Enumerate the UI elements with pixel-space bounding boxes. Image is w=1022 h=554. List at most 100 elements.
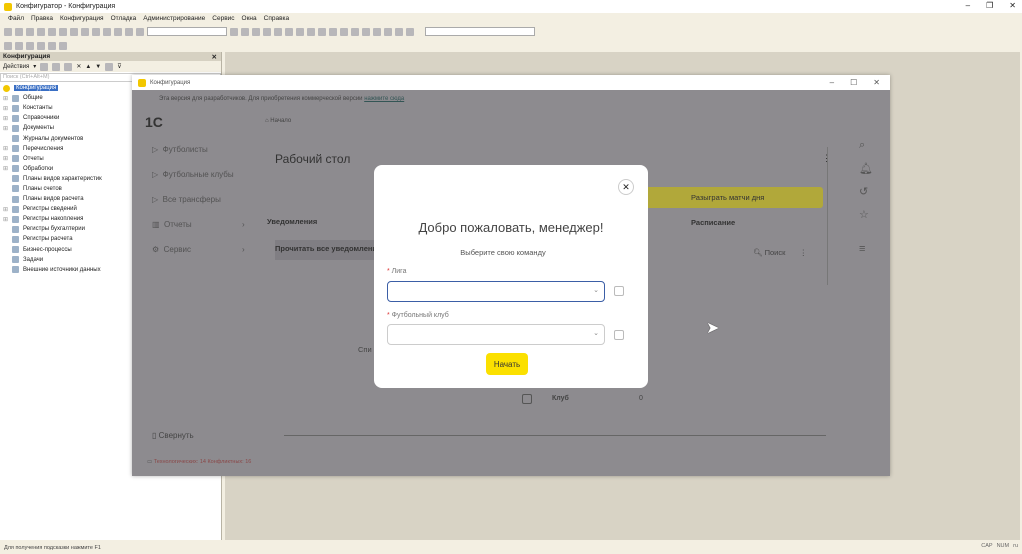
menu-item[interactable]: Файл [8,15,24,22]
play-matches-button[interactable]: Разыграть матчи дня [640,187,823,208]
row-checkbox[interactable] [522,394,532,404]
toolbar-icon[interactable] [241,27,249,36]
panel-close-icon[interactable]: ✕ [212,53,217,61]
close-button[interactable]: ✕ [1009,1,1016,10]
league-open-icon[interactable] [614,286,624,296]
nav-item[interactable]: ▥ Отчеты › [152,220,245,229]
toolbar-icon[interactable] [329,27,337,36]
toolbar-icon[interactable] [26,27,34,36]
toolbar-icon[interactable] [92,27,100,36]
window-close-button[interactable]: ✕ [873,78,880,87]
menu-item[interactable]: Сервис [212,15,234,22]
buy-link[interactable]: нажмите сюда [364,96,404,102]
expand-icon[interactable]: ⊞ [3,165,10,172]
toolbar-icon[interactable] [37,41,45,50]
close-dialog-icon[interactable]: ✕ [618,179,634,195]
tree-item-icon [12,124,19,132]
menu-item[interactable]: Администрирование [143,15,205,22]
toolbar-icon[interactable] [384,27,392,36]
tree-item-icon [12,195,19,203]
filter-icon[interactable]: ⊽ [117,63,121,70]
toolbar-icon[interactable] [103,27,111,36]
tree-item-icon [12,246,19,254]
menu-item[interactable]: Окна [242,15,257,22]
toolbar-icon[interactable] [4,41,12,50]
add-icon[interactable] [40,62,49,71]
toolbar-icon[interactable] [59,27,67,36]
toolbar-icon[interactable] [307,27,315,36]
window-max-button[interactable]: ☐ [850,78,857,87]
history-icon[interactable]: ↺ [859,185,873,198]
expand-icon[interactable]: ⊞ [3,216,10,223]
start-button[interactable]: Начать [486,353,528,375]
delete-icon[interactable]: ✕ [76,63,81,70]
expand-icon[interactable]: ⊞ [3,145,10,152]
menu-item[interactable]: Справка [264,15,290,22]
toolbar-icon[interactable] [48,27,56,36]
nav-item[interactable]: ▷ Все трансферы [152,195,221,204]
menu-item[interactable]: Правка [31,15,53,22]
toolbar-icon[interactable] [37,27,45,36]
toolbar-icon[interactable] [70,27,78,36]
search-icon[interactable]: ⌕ [859,139,873,152]
copy-icon[interactable] [64,62,73,71]
up-icon[interactable]: ▲ [85,64,91,70]
menu-icon[interactable]: ≡ [859,243,873,255]
toolbar-icon[interactable] [15,41,23,50]
toolbar-icon[interactable] [362,27,370,36]
nav-item[interactable]: ⚙ Сервис › [152,245,245,254]
toolbar-icon[interactable] [81,27,89,36]
club-select[interactable]: ⌄ [387,324,605,345]
toolbar-icon[interactable] [351,27,359,36]
toolbar-icon[interactable] [48,41,56,50]
toolbar-icon[interactable] [263,27,271,36]
club-open-icon[interactable] [614,330,624,340]
window-min-button[interactable]: – [830,78,834,87]
down-icon[interactable]: ▼ [95,64,101,70]
toolbar-icon[interactable] [114,27,122,36]
toolbar-icon[interactable] [26,41,34,50]
toolbar-icon[interactable] [406,27,414,36]
toolbar-icon[interactable] [340,27,348,36]
toolbar-icon[interactable] [15,27,23,36]
league-select[interactable]: ⌄ [387,281,605,302]
toolbar-icon[interactable] [274,27,282,36]
minimize-button[interactable]: – [966,1,970,10]
toolbar-icon[interactable] [4,27,12,36]
expand-icon[interactable]: ⊞ [3,155,10,162]
toolbar-icon[interactable] [136,27,144,36]
search-combo[interactable] [147,27,227,36]
language-indicator[interactable]: ru [1013,543,1018,549]
menu-item[interactable]: Отладка [111,15,137,22]
breadcrumb-home[interactable]: ⌂ Начало [265,118,291,124]
menu-item[interactable]: Конфигурация [60,15,104,22]
bell-icon[interactable]: 🔔︎ [859,162,873,175]
star-icon[interactable]: ☆ [859,208,873,221]
toolbar-icon[interactable] [296,27,304,36]
collapse-button[interactable]: ▯ Свернуть [152,431,194,440]
expand-icon[interactable]: ⊞ [3,115,10,122]
actions-menu[interactable]: Действия [3,64,29,70]
schedule-tab[interactable]: Расписание [691,218,735,227]
expand-icon[interactable]: ⊞ [3,206,10,213]
expand-icon[interactable]: ⊞ [3,105,10,112]
toolbar-icon[interactable] [373,27,381,36]
nav-item[interactable]: ▷ Футбольные клубы [152,170,234,179]
edit-icon[interactable] [52,62,61,71]
expand-icon[interactable]: ⊞ [3,95,10,102]
toolbar-icon[interactable] [125,27,133,36]
toolbar-icon[interactable] [252,27,260,36]
nav-item[interactable]: ▷ Футболисты [152,145,208,154]
read-all-button[interactable]: Прочитать все уведомления [275,240,385,260]
scrollbar[interactable] [827,147,828,285]
toolbar-icon[interactable] [395,27,403,36]
sort-icon[interactable] [105,62,114,71]
toolbar-icon[interactable] [318,27,326,36]
toolbar-combo[interactable] [425,27,535,36]
maximize-button[interactable]: ❐ [986,1,993,10]
search-button[interactable]: 🔍︎ Поиск ⋮ [753,248,807,257]
toolbar-icon[interactable] [59,41,67,50]
toolbar-icon[interactable] [285,27,293,36]
expand-icon[interactable]: ⊞ [3,125,10,132]
toolbar-icon[interactable] [230,27,238,36]
